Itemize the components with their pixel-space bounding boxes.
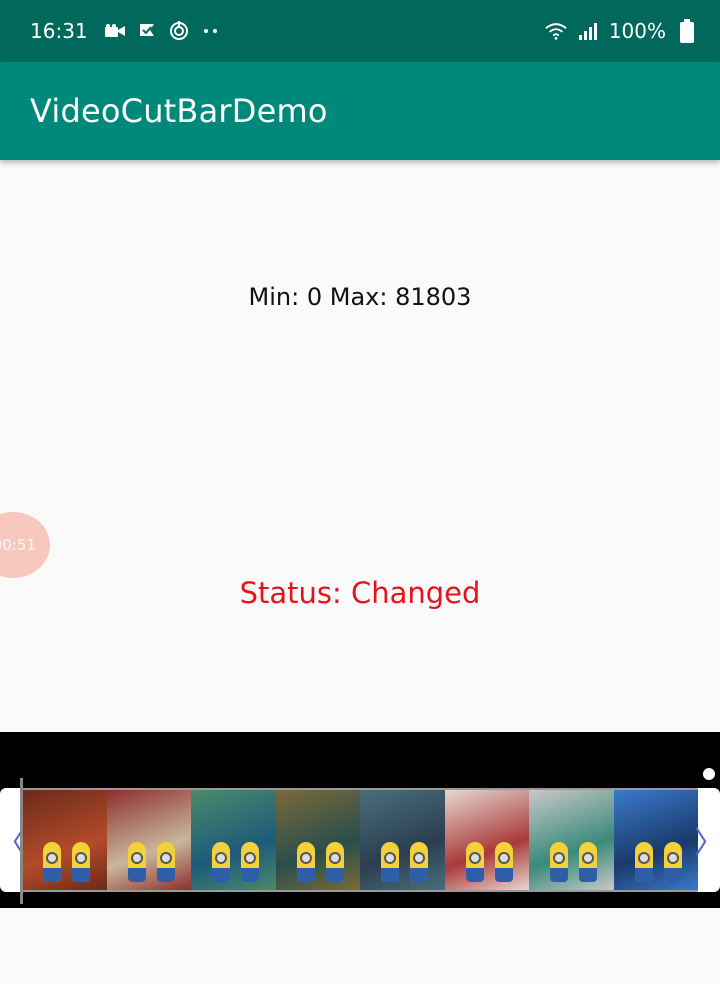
thumbnail-figure — [634, 842, 653, 882]
status-bar-right: 100% — [545, 19, 698, 43]
thumbnail-frame — [275, 790, 360, 890]
target-icon — [168, 20, 190, 42]
thumbnail-figure — [663, 842, 682, 882]
app-title: VideoCutBarDemo — [30, 92, 328, 130]
thumbnail-figure — [494, 842, 513, 882]
thumbnail-figure — [550, 842, 568, 882]
dots-icon — [200, 20, 222, 42]
left-handle[interactable]: 〈 — [0, 788, 26, 892]
floating-timer-text: 00:51 — [0, 536, 36, 554]
min-max-label: Min: 0 Max: 81803 — [248, 283, 472, 311]
video-camera-icon — [104, 20, 126, 42]
thumbnail-frame — [22, 790, 107, 890]
playhead-line[interactable] — [20, 778, 23, 904]
status-bar: 16:31 100% — [0, 0, 720, 62]
thumbnail-figure — [156, 842, 175, 882]
thumbnail-figure — [465, 842, 484, 882]
thumbnail-figure — [325, 842, 344, 882]
indicator-dot — [703, 768, 715, 780]
app-bar: VideoCutBarDemo — [0, 62, 720, 160]
clock: 16:31 — [30, 19, 88, 43]
thumbnail-frame — [106, 790, 191, 890]
thumbnail-figure — [43, 842, 61, 882]
status-label: Status: Changed — [239, 576, 481, 610]
right-handle[interactable]: 〉 — [694, 788, 720, 892]
video-cut-bar[interactable]: 〈 〉 — [0, 788, 720, 892]
floating-timer-bubble[interactable]: 00:51 — [0, 512, 50, 578]
thumbnail-figure — [212, 842, 230, 882]
battery-percent: 100% — [608, 19, 666, 43]
thumbnail-figure — [127, 842, 146, 882]
thumbnail-frame — [613, 790, 698, 890]
thumbnail-figure — [296, 842, 315, 882]
thumbnail-frame — [360, 790, 445, 890]
signal-icon — [577, 20, 599, 42]
thumbnail-figure — [72, 842, 91, 882]
thumbnail-figure — [381, 842, 399, 882]
thumbnail-strip — [22, 788, 698, 892]
thumbnail-figure — [241, 842, 260, 882]
chevron-right-icon: 〉 — [694, 818, 720, 862]
thumbnail-figure — [579, 842, 598, 882]
battery-icon — [676, 19, 698, 43]
thumbnail-figure — [410, 842, 429, 882]
check-flag-icon — [136, 20, 158, 42]
wifi-icon — [545, 20, 567, 42]
status-bar-left: 16:31 — [30, 19, 222, 43]
thumbnail-frame — [444, 790, 529, 890]
thumbnail-frame — [191, 790, 276, 890]
thumbnail-frame — [529, 790, 614, 890]
